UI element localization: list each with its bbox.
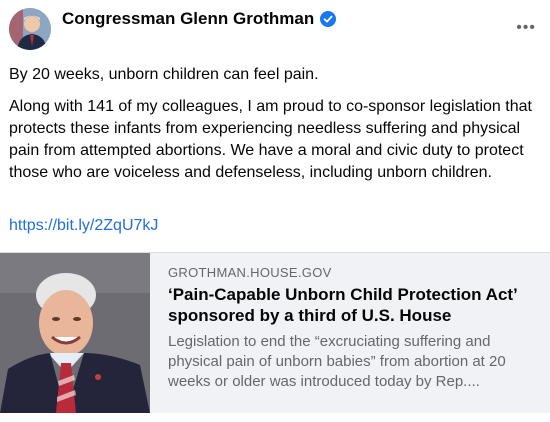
link-domain: GROTHMAN.HOUSE.GOV — [168, 265, 332, 280]
link-headline[interactable]: ‘Pain-Capable Unborn Child Protection Ac… — [168, 284, 538, 326]
more-options-icon[interactable]: ••• — [516, 19, 536, 37]
post-paragraph: By 20 weeks, unborn children can feel pa… — [9, 66, 319, 83]
author-name[interactable]: Congressman Glenn Grothman — [62, 9, 314, 29]
post-paragraph: Along with 141 of my colleagues, I am pr… — [9, 98, 532, 181]
link-preview-card[interactable]: GROTHMAN.HOUSE.GOV ‘Pain-Capable Unborn … — [0, 252, 550, 413]
author-header: Congressman Glenn Grothman — [62, 9, 337, 29]
verified-badge-icon — [320, 11, 337, 27]
link-preview-body: GROTHMAN.HOUSE.GOV ‘Pain-Capable Unborn … — [150, 253, 550, 413]
post-text: By 20 weeks, unborn children can feel pa… — [9, 64, 539, 194]
author-avatar[interactable] — [9, 8, 51, 50]
link-preview-image — [0, 253, 150, 413]
link-description: Legislation to end the “excruciating suf… — [168, 333, 506, 390]
post-link[interactable]: https://bit.ly/2ZqU7kJ — [9, 217, 158, 235]
